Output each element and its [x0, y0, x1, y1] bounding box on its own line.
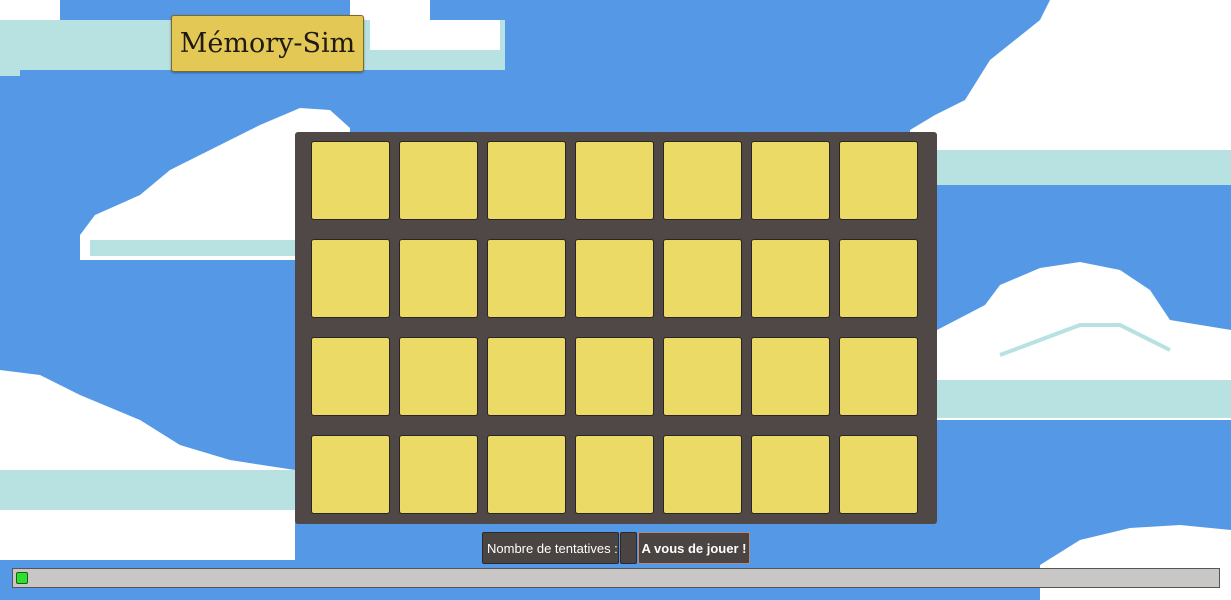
tries-label: Nombre de tentatives :	[482, 532, 619, 564]
memory-card[interactable]	[487, 435, 566, 514]
memory-card[interactable]	[663, 337, 742, 416]
tries-count	[620, 532, 637, 564]
timer-progress-fill	[16, 572, 28, 584]
memory-card[interactable]	[751, 435, 830, 514]
memory-card[interactable]	[751, 337, 830, 416]
memory-card[interactable]	[663, 239, 742, 318]
memory-card[interactable]	[311, 141, 390, 220]
memory-card[interactable]	[751, 141, 830, 220]
cloud-top-right	[910, 0, 1231, 185]
memory-card[interactable]	[839, 141, 918, 220]
memory-card[interactable]	[839, 337, 918, 416]
memory-card[interactable]	[663, 435, 742, 514]
memory-card[interactable]	[311, 239, 390, 318]
memory-card[interactable]	[663, 141, 742, 220]
memory-card[interactable]	[399, 337, 478, 416]
cloud-mid-right	[937, 262, 1231, 420]
cloud-bottom-right	[1040, 525, 1231, 600]
memory-card[interactable]	[839, 435, 918, 514]
memory-card[interactable]	[399, 141, 478, 220]
memory-card[interactable]	[575, 337, 654, 416]
memory-card[interactable]	[311, 435, 390, 514]
play-button[interactable]: A vous de jouer !	[638, 532, 750, 564]
timer-progress-bar	[12, 568, 1220, 588]
memory-card[interactable]	[311, 337, 390, 416]
memory-card[interactable]	[575, 435, 654, 514]
memory-card[interactable]	[487, 337, 566, 416]
app-title: Mémory-Sim	[171, 15, 364, 72]
memory-card[interactable]	[575, 141, 654, 220]
memory-card[interactable]	[487, 141, 566, 220]
cloud-bottom-left	[0, 370, 295, 560]
memory-card[interactable]	[399, 435, 478, 514]
memory-card[interactable]	[399, 239, 478, 318]
memory-card[interactable]	[575, 239, 654, 318]
memory-card[interactable]	[751, 239, 830, 318]
memory-card[interactable]	[839, 239, 918, 318]
memory-card[interactable]	[487, 239, 566, 318]
card-board	[295, 132, 937, 524]
